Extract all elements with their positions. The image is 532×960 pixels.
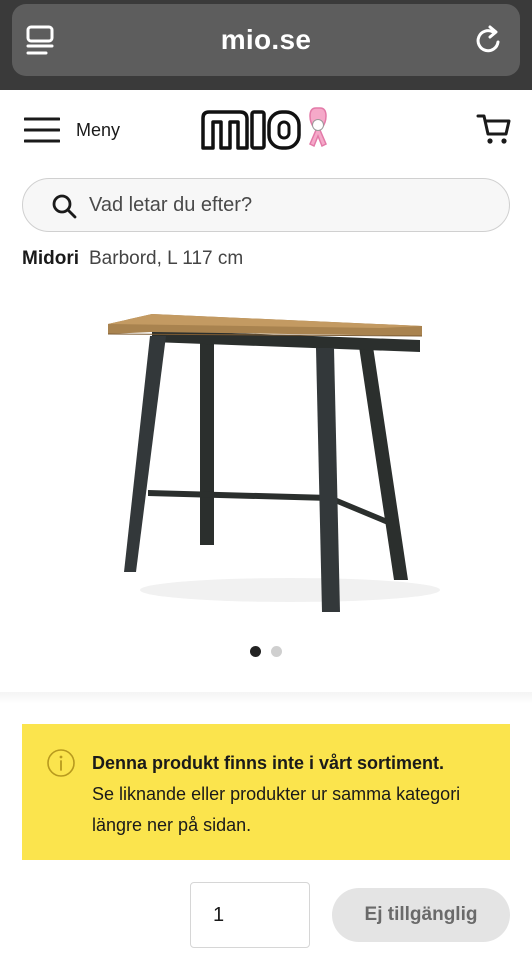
product-brand: Midori	[22, 248, 79, 269]
address-bar[interactable]: mio.se	[12, 4, 520, 76]
notice-body-line-1: Se liknande eller produkter ur samma kat…	[92, 784, 461, 804]
carousel-dot-1[interactable]	[250, 646, 261, 657]
info-icon	[47, 749, 75, 777]
section-divider	[0, 692, 532, 704]
search-icon	[52, 194, 77, 219]
unavailable-notice: Denna produkt finns inte i vårt sortimen…	[22, 724, 510, 860]
quantity-input[interactable]	[190, 882, 310, 948]
hamburger-icon	[24, 117, 60, 143]
site-header: Meny	[0, 90, 532, 170]
reload-icon[interactable]	[474, 24, 504, 56]
product-image[interactable]	[90, 290, 450, 630]
product-description: Barbord, L 117 cm	[89, 248, 244, 269]
product-title: Midori Barbord, L 117 cm	[22, 248, 243, 270]
notice-body-line-2: längre ner på sidan.	[92, 815, 252, 835]
menu-label: Meny	[76, 119, 121, 140]
mio-logo[interactable]	[200, 104, 332, 154]
carousel-dot-2[interactable]	[271, 646, 282, 657]
search-bar[interactable]	[22, 178, 510, 232]
search-input[interactable]	[89, 179, 489, 231]
browser-toolbar: mio.se	[0, 0, 532, 90]
menu-button[interactable]: Meny	[24, 114, 120, 146]
image-carousel-dots	[0, 646, 532, 657]
url-text[interactable]: mio.se	[12, 24, 520, 56]
notice-text: Denna produkt finns inte i vårt sortimen…	[92, 748, 497, 841]
unavailable-button[interactable]: Ej tillgänglig	[332, 888, 510, 942]
notice-title: Denna produkt finns inte i vårt sortimen…	[92, 753, 445, 773]
cart-icon[interactable]	[476, 110, 512, 146]
